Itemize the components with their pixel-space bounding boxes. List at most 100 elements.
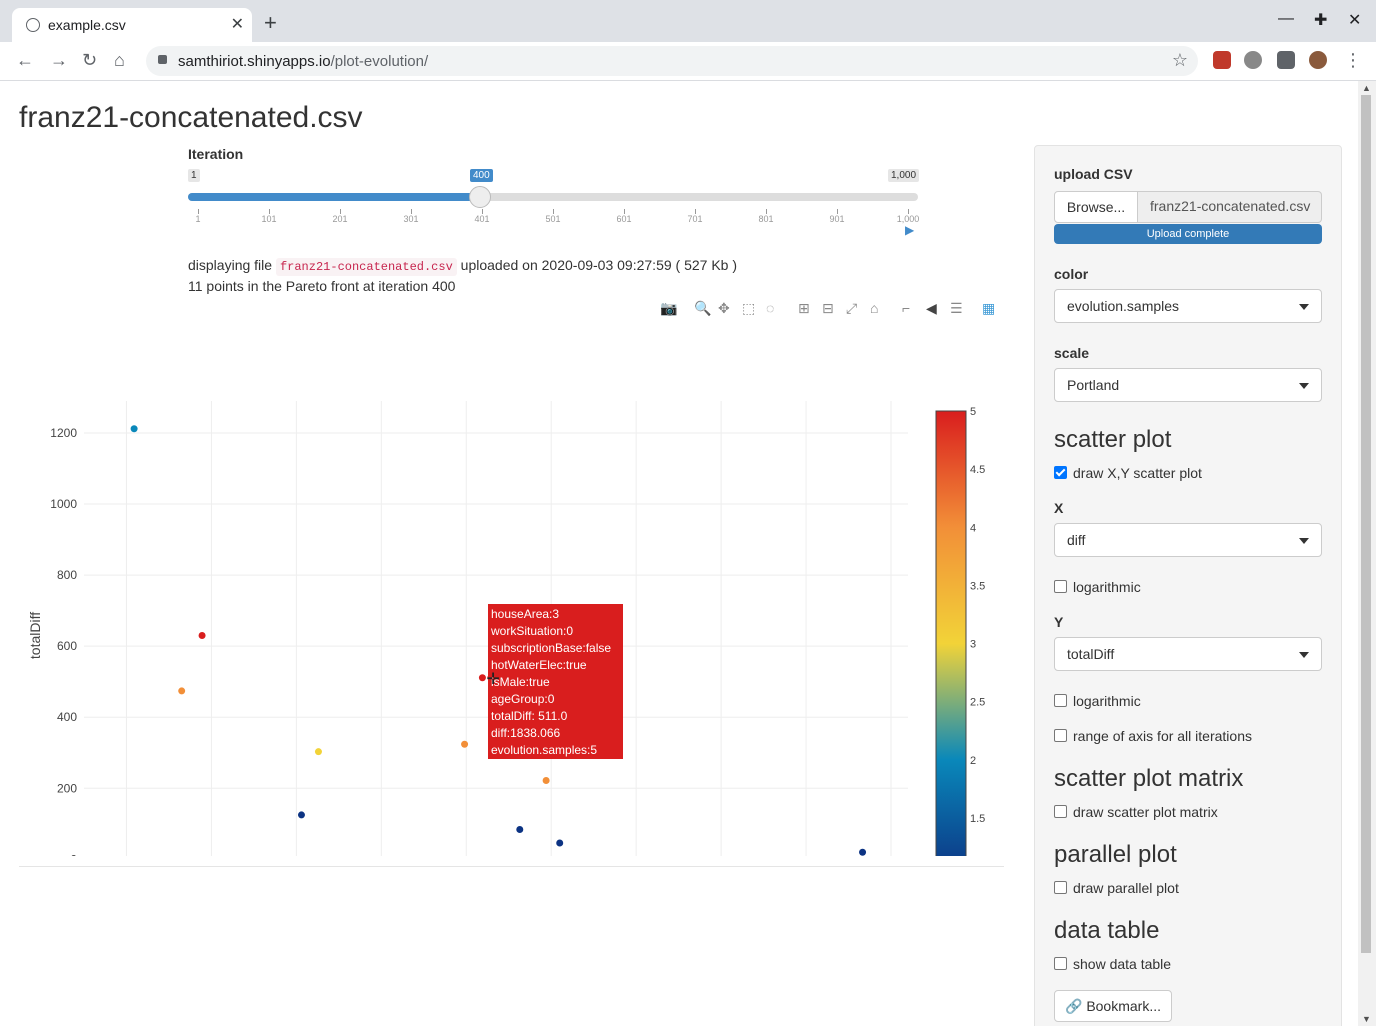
zoom-in-icon[interactable]: ⊞ <box>798 300 810 317</box>
zoom-out-icon[interactable]: ⊟ <box>822 300 834 317</box>
new-tab-icon[interactable]: + <box>264 12 277 34</box>
slider-tick-label: 501 <box>545 214 561 224</box>
iteration-slider-handle[interactable] <box>469 186 491 208</box>
close-tab-icon[interactable]: ✕ <box>231 14 244 34</box>
slider-min-label: 1 <box>188 169 200 182</box>
scroll-up-icon[interactable]: ▲ <box>1362 83 1371 93</box>
scatter-chart[interactable]: 1000120014001600180020002200240026002800… <box>0 316 1010 856</box>
autoscale-icon[interactable]: ⤢ <box>846 300 857 317</box>
y-select[interactable]: totalDiff <box>1054 637 1322 671</box>
x-logarithmic-checkbox[interactable]: logarithmic <box>1054 579 1141 595</box>
y-tick-label: 600 <box>57 639 77 653</box>
file-info-suffix: uploaded on 2020-09-03 09:27:59 ( 527 Kb… <box>460 257 738 273</box>
tooltip-line: houseArea:3 <box>491 607 559 621</box>
parallel-plot-heading: parallel plot <box>1054 841 1177 868</box>
colorbar-tick-label: 5 <box>970 406 976 418</box>
bookmark-star-icon[interactable]: ☆ <box>1172 50 1188 71</box>
scale-select[interactable]: Portland <box>1054 368 1322 402</box>
slider-tick-label: 901 <box>829 214 845 224</box>
pan-icon[interactable]: ✥ <box>718 300 730 317</box>
draw-scatter-checkbox[interactable]: draw X,Y scatter plot <box>1054 465 1202 481</box>
color-select-value: evolution.samples <box>1067 298 1180 314</box>
file-name-code: franz21-concatenated.csv <box>275 258 457 276</box>
page-scrollbar[interactable]: ▲ ▼ <box>1358 81 1376 1026</box>
plotly-logo-icon[interactable]: ▦ <box>982 300 995 317</box>
scatter-matrix-heading: scatter plot matrix <box>1054 765 1244 792</box>
color-label: color <box>1054 266 1089 282</box>
x-select[interactable]: diff <box>1054 523 1322 557</box>
file-info: displaying file franz21-concatenated.csv… <box>188 257 738 276</box>
y-tick-label: 1200 <box>50 426 77 440</box>
scrollbar-thumb[interactable] <box>1361 95 1371 953</box>
profile-avatar[interactable] <box>1309 51 1327 69</box>
y-tick-label: 400 <box>57 710 77 724</box>
address-bar[interactable]: samthiriot.shinyapps.io/plot-evolution/ … <box>146 46 1198 76</box>
x-logarithmic-label: logarithmic <box>1073 579 1141 595</box>
checkbox-icon[interactable] <box>1054 957 1067 970</box>
color-select[interactable]: evolution.samples <box>1054 289 1322 323</box>
chevron-down-icon <box>1299 652 1309 658</box>
tooltip-line: diff:1838.066 <box>491 726 561 740</box>
camera-icon[interactable]: 📷 <box>660 300 677 317</box>
spike-lines-icon[interactable]: ⌐ <box>902 300 910 316</box>
checkbox-icon[interactable] <box>1054 580 1067 593</box>
data-point <box>516 825 524 833</box>
reload-icon[interactable]: ↻ <box>82 50 97 71</box>
slider-tick-label: 601 <box>616 214 632 224</box>
checkbox-checked-icon[interactable] <box>1054 466 1067 479</box>
minimize-icon[interactable]: — <box>1278 10 1294 28</box>
data-point <box>859 848 867 856</box>
show-table-checkbox[interactable]: show data table <box>1054 956 1171 972</box>
box-select-icon[interactable]: ⬚ <box>742 300 755 317</box>
browse-button[interactable]: Browse... <box>1054 191 1138 223</box>
puzzle-extensions-icon[interactable] <box>1277 51 1295 69</box>
maximize-icon[interactable]: ✚ <box>1314 10 1327 30</box>
browser-tab[interactable]: example.csv ✕ <box>12 8 252 42</box>
extension-icon[interactable] <box>1244 51 1262 69</box>
hover-compare-icon[interactable]: ☰ <box>950 300 963 317</box>
slider-tick-label: 201 <box>332 214 348 224</box>
range-all-iterations-checkbox[interactable]: range of axis for all iterations <box>1054 728 1252 744</box>
upload-progress-bar: Upload complete <box>1054 224 1322 244</box>
link-icon: 🔗 <box>1064 998 1083 1014</box>
play-animation-icon[interactable]: ▶ <box>905 223 914 237</box>
page-title: franz21-concatenated.csv <box>19 101 363 134</box>
home-icon[interactable]: ⌂ <box>114 50 125 71</box>
ublock-extension-icon[interactable] <box>1213 51 1231 69</box>
y-tick-label: 0 <box>70 852 77 856</box>
draw-matrix-checkbox[interactable]: draw scatter plot matrix <box>1054 804 1218 820</box>
scroll-down-icon[interactable]: ▼ <box>1362 1014 1371 1024</box>
slider-tick-label: 1 <box>195 214 201 224</box>
checkbox-icon[interactable] <box>1054 729 1067 742</box>
tooltip-line: isMale:true <box>491 675 550 689</box>
data-point <box>297 811 305 819</box>
forward-icon[interactable]: → <box>50 50 68 71</box>
scale-label: scale <box>1054 345 1090 361</box>
checkbox-icon[interactable] <box>1054 805 1067 818</box>
draw-parallel-checkbox[interactable]: draw parallel plot <box>1054 880 1179 896</box>
scale-select-value: Portland <box>1067 377 1120 393</box>
browser-menu-icon[interactable]: ⋮ <box>1344 50 1362 71</box>
data-point <box>542 776 550 784</box>
bookmark-button[interactable]: 🔗 Bookmark... <box>1054 990 1172 1022</box>
draw-scatter-label: draw X,Y scatter plot <box>1073 465 1202 481</box>
uploaded-file-field: franz21-concatenated.csv <box>1138 191 1322 223</box>
checkbox-icon[interactable] <box>1054 881 1067 894</box>
reset-axes-icon[interactable]: ⌂ <box>870 300 878 316</box>
draw-parallel-label: draw parallel plot <box>1073 880 1179 896</box>
y-logarithmic-checkbox[interactable]: logarithmic <box>1054 693 1141 709</box>
hover-closest-icon[interactable]: ◀ <box>926 300 937 317</box>
colorbar-tick-label: 2.5 <box>970 697 985 709</box>
x-label: X <box>1054 500 1064 516</box>
colorbar-tick-label: 2 <box>970 755 976 767</box>
y-logarithmic-label: logarithmic <box>1073 693 1141 709</box>
lasso-select-icon[interactable]: ◌ <box>766 300 774 316</box>
zoom-icon[interactable]: 🔍 <box>694 300 711 317</box>
close-window-icon[interactable]: ✕ <box>1348 10 1361 30</box>
back-icon[interactable]: ← <box>16 50 34 71</box>
y-label: Y <box>1054 614 1064 630</box>
colorbar-tick-label: 1.5 <box>970 813 985 825</box>
slider-ticks: 1 101 201 301 401 501 601 701 801 901 1,000 <box>188 209 919 229</box>
checkbox-icon[interactable] <box>1054 694 1067 707</box>
slider-tick-label: 301 <box>403 214 419 224</box>
